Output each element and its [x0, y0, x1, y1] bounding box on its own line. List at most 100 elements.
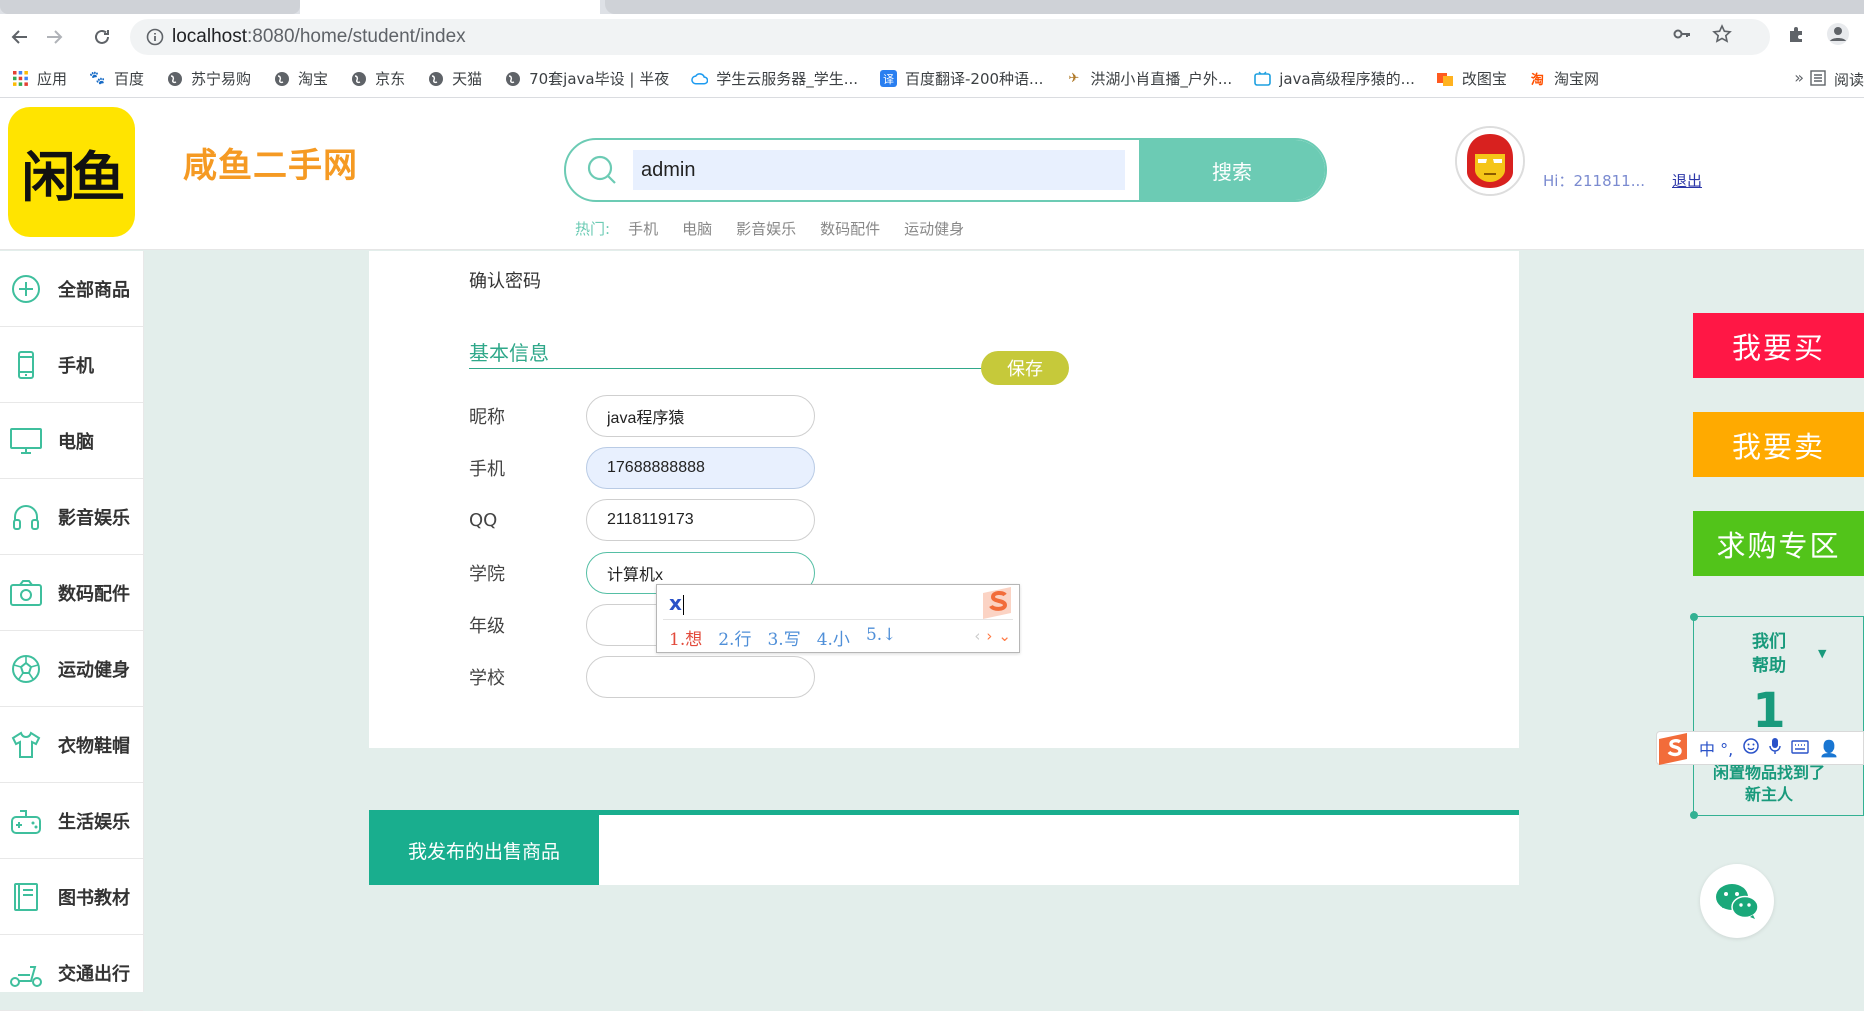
hot-link[interactable]: 电脑 [682, 218, 712, 239]
football-icon [8, 651, 44, 687]
chevron-down-icon[interactable]: ⌄ [998, 627, 1011, 645]
hot-link[interactable]: 手机 [628, 218, 658, 239]
bookmark-suning[interactable]: 苏宁易购 [166, 68, 251, 89]
bookmark-taobao-net[interactable]: 淘淘宝网 [1529, 68, 1599, 89]
star-icon[interactable] [1712, 24, 1732, 48]
url-path: :8080/home/student/index [247, 26, 466, 47]
field-label: 昵称 [469, 407, 505, 428]
save-button[interactable]: 保存 [981, 351, 1069, 385]
ime-candidate[interactable]: 3.写 [767, 625, 800, 650]
globe-icon [504, 70, 521, 87]
microphone-icon[interactable] [1769, 738, 1781, 758]
category-sports[interactable]: 运动健身 [0, 631, 143, 707]
wanted-zone-button[interactable]: 求购专区 [1693, 511, 1864, 576]
category-label: 影音娱乐 [58, 507, 130, 529]
ime-candidate[interactable]: 2.行 [718, 625, 751, 650]
bookmark-honghu[interactable]: ✈ 洪湖小肖直播_户外... [1065, 68, 1232, 89]
profile-card: 确认密码 基本信息 保存 昵称 手机 QQ 学院 年级 学校 [369, 251, 1519, 748]
globe-icon [273, 70, 290, 87]
ime-candidate[interactable]: 4.小 [817, 625, 850, 650]
nickname-input[interactable] [586, 395, 815, 437]
logout-link[interactable]: 退出 [1672, 170, 1702, 191]
bookmark-label: 70套java毕设 | 半夜 [529, 70, 670, 88]
category-life[interactable]: 生活娱乐 [0, 783, 143, 859]
ime-status-bar[interactable]: 中 °, 👤 [1656, 731, 1864, 765]
site-logo[interactable]: 闲鱼 [8, 107, 135, 237]
sogou-logo-icon [1655, 731, 1693, 767]
bookmark-student-cloud[interactable]: 学生云服务器_学生... [691, 68, 858, 89]
confirm-password-label: 确认密码 [469, 271, 541, 292]
bookmark-label: 天猫 [452, 70, 483, 88]
info-icon[interactable] [138, 28, 172, 46]
qq-input[interactable] [586, 499, 815, 541]
bookmark-jd[interactable]: 京东 [350, 68, 405, 89]
bookmarks-overflow-button[interactable]: » [1794, 68, 1804, 87]
category-entertainment[interactable]: 影音娱乐 [0, 479, 143, 555]
category-clothing[interactable]: 衣物鞋帽 [0, 707, 143, 783]
i-want-to-sell-button[interactable]: 我要卖 [1693, 412, 1864, 477]
category-books[interactable]: 图书教材 [0, 859, 143, 935]
tab-my-selling-items[interactable]: 我发布的出售商品 [369, 815, 599, 885]
hot-link[interactable]: 数码配件 [820, 218, 880, 239]
category-transport[interactable]: 交通出行 [0, 935, 143, 1011]
bookmark-java-projects[interactable]: 70套java毕设 | 半夜 [504, 68, 669, 89]
ime-candidate[interactable]: 1.想 [669, 625, 702, 650]
shirt-icon [8, 727, 44, 763]
browser-tab[interactable] [0, 0, 300, 14]
reload-button[interactable] [88, 23, 116, 51]
user-icon[interactable]: 👤 [1819, 739, 1839, 758]
bookmark-label: 洪湖小肖直播_户外... [1090, 70, 1233, 88]
book-icon [8, 879, 44, 915]
bookmark-baidu-translate[interactable]: 译百度翻译-200种语... [880, 68, 1043, 89]
category-label: 手机 [58, 355, 94, 377]
bookmark-apps[interactable]: 应用 [12, 68, 67, 89]
hot-link[interactable]: 运动健身 [904, 218, 964, 239]
url-text[interactable]: localhost:8080/home/student/index [172, 26, 466, 48]
search-button[interactable]: 搜索 [1139, 140, 1325, 200]
wechat-button[interactable] [1700, 864, 1774, 938]
extensions-icon[interactable] [1786, 24, 1806, 48]
i-want-to-buy-button[interactable]: 我要买 [1693, 313, 1864, 378]
browser-tab-active[interactable] [300, 0, 600, 14]
bookmark-taobao[interactable]: 淘宝 [273, 68, 328, 89]
back-button[interactable] [6, 23, 34, 51]
my-items-tabs: 我发布的出售商品 [369, 810, 1519, 885]
category-computer[interactable]: 电脑 [0, 403, 143, 479]
category-digital[interactable]: 数码配件 [0, 555, 143, 631]
avatar[interactable] [1455, 126, 1525, 196]
address-bar[interactable]: localhost:8080/home/student/index [130, 19, 1770, 55]
reading-list-label: 阅读 [1833, 71, 1864, 89]
globe-icon [350, 70, 367, 87]
toolbar-actions [1672, 22, 1850, 50]
keyboard-icon[interactable] [1791, 739, 1809, 758]
site-title[interactable]: 咸鱼二手网 [183, 138, 358, 187]
emoji-icon[interactable] [1743, 738, 1759, 758]
image-tool-icon [1437, 70, 1454, 87]
chevron-right-icon[interactable]: › [986, 627, 992, 645]
forward-button[interactable] [40, 23, 68, 51]
profile-icon[interactable] [1826, 22, 1850, 50]
field-row-school: 学校 [469, 656, 815, 698]
bookmark-tmall[interactable]: 天猫 [427, 68, 482, 89]
bookmark-baidu[interactable]: 🐾 百度 [89, 68, 144, 89]
bookmark-label: 淘宝 [298, 70, 329, 88]
search-box: 搜索 [564, 138, 1327, 202]
bookmark-gaitubao[interactable]: 改图宝 [1437, 68, 1507, 89]
category-all[interactable]: 全部商品 [0, 251, 143, 327]
ime-mode-text[interactable]: 中 °, [1699, 736, 1733, 760]
chevron-left-icon[interactable]: ‹ [974, 627, 980, 645]
bookmarks-bar: 应用 🐾 百度 苏宁易购 淘宝 京东 天猫 70套java毕设 | 半夜 学生云服… [0, 60, 1864, 98]
field-row-qq: QQ [469, 499, 815, 541]
school-input[interactable] [586, 656, 815, 698]
ime-candidate[interactable]: 5.↓ [866, 625, 896, 650]
help-line: 新主人 [1744, 785, 1793, 804]
bookmark-label: 学生云服务器_学生... [716, 70, 859, 88]
hot-link[interactable]: 影音娱乐 [736, 218, 796, 239]
reading-list-button[interactable]: 阅读 [1810, 69, 1864, 90]
search-input[interactable] [633, 150, 1125, 190]
browser-tab[interactable] [605, 0, 1864, 14]
phone-input[interactable] [586, 447, 815, 489]
key-icon[interactable] [1672, 24, 1692, 48]
bookmark-bilibili[interactable]: java高级程序猿的... [1254, 68, 1415, 89]
category-phone[interactable]: 手机 [0, 327, 143, 403]
